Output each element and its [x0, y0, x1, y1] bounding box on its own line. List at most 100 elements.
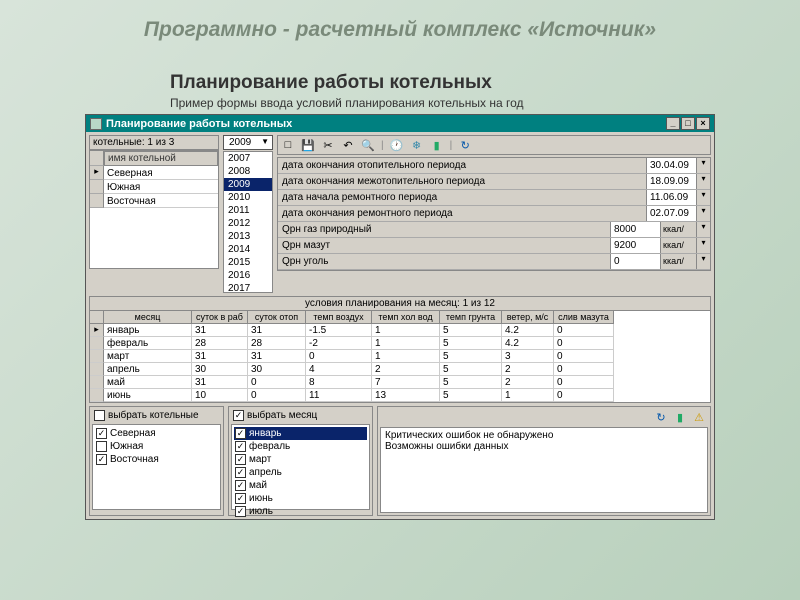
grid-cell[interactable]: 5: [440, 376, 502, 389]
save-icon[interactable]: 💾: [301, 138, 315, 152]
row-marker[interactable]: [90, 389, 104, 402]
year-select[interactable]: 2009▼: [223, 135, 273, 150]
grid-cell[interactable]: 30: [248, 363, 306, 376]
new-icon[interactable]: □: [281, 138, 295, 152]
grid-cell[interactable]: 31: [192, 324, 248, 337]
grid-cell[interactable]: 0: [554, 350, 614, 363]
grid-cell[interactable]: 28: [192, 337, 248, 350]
year-item[interactable]: 2010: [224, 191, 272, 204]
checkbox[interactable]: [94, 410, 105, 421]
grid-cell[interactable]: 5: [440, 389, 502, 402]
row-marker[interactable]: [90, 194, 104, 208]
year-item[interactable]: 2015: [224, 256, 272, 269]
grid-cell[interactable]: май: [104, 376, 192, 389]
refresh-icon[interactable]: ↻: [458, 138, 472, 152]
check-item[interactable]: ✓Восточная: [95, 453, 218, 466]
grid-cell[interactable]: 0: [554, 389, 614, 402]
year-item[interactable]: 2011: [224, 204, 272, 217]
grid-cell[interactable]: -2: [306, 337, 372, 350]
row-marker[interactable]: ▸: [90, 324, 104, 337]
dropdown-icon[interactable]: ▾: [696, 190, 710, 205]
dropdown-icon[interactable]: ▾: [696, 238, 710, 253]
grid-cell[interactable]: 0: [248, 376, 306, 389]
param-value[interactable]: 0: [610, 254, 660, 269]
check-item[interactable]: ✓май: [234, 479, 367, 492]
grid-cell[interactable]: 10: [192, 389, 248, 402]
checkbox[interactable]: ✓: [235, 480, 246, 491]
check-item[interactable]: ✓Северная: [95, 427, 218, 440]
clock-icon[interactable]: 🕐: [390, 138, 404, 152]
find-icon[interactable]: 🔍: [361, 138, 375, 152]
param-value[interactable]: 11.06.09: [646, 190, 696, 205]
grid-cell[interactable]: 0: [554, 337, 614, 350]
checkbox[interactable]: ✓: [96, 428, 107, 439]
grid-cell[interactable]: 31: [192, 350, 248, 363]
grid-cell[interactable]: июнь: [104, 389, 192, 402]
dropdown-icon[interactable]: ▾: [696, 206, 710, 221]
boiler-row[interactable]: Южная: [104, 180, 218, 194]
checkbox[interactable]: ✓: [235, 493, 246, 504]
grid-cell[interactable]: 5: [440, 350, 502, 363]
grid-cell[interactable]: 5: [440, 363, 502, 376]
year-item[interactable]: 2007: [224, 152, 272, 165]
dropdown-icon[interactable]: ▾: [696, 254, 710, 269]
grid-cell[interactable]: 30: [192, 363, 248, 376]
close-button[interactable]: ×: [696, 117, 710, 130]
dropdown-icon[interactable]: ▾: [696, 222, 710, 237]
row-marker[interactable]: [90, 363, 104, 376]
param-value[interactable]: 30.04.09: [646, 158, 696, 173]
check-item[interactable]: ✓июль: [234, 505, 367, 518]
check-item[interactable]: ✓январь: [234, 427, 367, 440]
undo-icon[interactable]: ↶: [341, 138, 355, 152]
grid-cell[interactable]: 2: [502, 363, 554, 376]
param-value[interactable]: 18.09.09: [646, 174, 696, 189]
checkbox[interactable]: ✓: [233, 410, 244, 421]
grid-cell[interactable]: 5: [440, 337, 502, 350]
grid-cell[interactable]: 31: [248, 350, 306, 363]
grid-cell[interactable]: 1: [372, 350, 440, 363]
grid-cell[interactable]: 4: [306, 363, 372, 376]
grid-cell[interactable]: 8: [306, 376, 372, 389]
grid-cell[interactable]: 11: [306, 389, 372, 402]
chart-icon[interactable]: ▮: [673, 410, 687, 424]
minimize-button[interactable]: _: [666, 117, 680, 130]
grid-cell[interactable]: март: [104, 350, 192, 363]
year-list[interactable]: 2007 2008 2009 2010 2011 2012 2013 2014 …: [223, 151, 273, 293]
snowflake-icon[interactable]: ❄: [410, 138, 424, 152]
warning-icon[interactable]: ⚠: [692, 410, 706, 424]
grid-cell[interactable]: 5: [440, 324, 502, 337]
grid-cell[interactable]: 0: [554, 324, 614, 337]
year-item[interactable]: 2012: [224, 217, 272, 230]
grid-cell[interactable]: 0: [554, 376, 614, 389]
row-marker[interactable]: ▸: [90, 166, 104, 180]
grid-cell[interactable]: 1: [372, 324, 440, 337]
grid-cell[interactable]: апрель: [104, 363, 192, 376]
boiler-row[interactable]: Восточная: [104, 194, 218, 208]
year-item[interactable]: 2017: [224, 282, 272, 293]
checkbox[interactable]: ✓: [235, 467, 246, 478]
year-item[interactable]: 2013: [224, 230, 272, 243]
cut-icon[interactable]: ✂: [321, 138, 335, 152]
check-item[interactable]: Южная: [95, 440, 218, 453]
grid-cell[interactable]: 0: [306, 350, 372, 363]
checkbox[interactable]: ✓: [235, 454, 246, 465]
grid-cell[interactable]: 0: [248, 389, 306, 402]
grid-cell[interactable]: 3: [502, 350, 554, 363]
grid-cell[interactable]: 31: [192, 376, 248, 389]
row-marker[interactable]: [90, 376, 104, 389]
year-item[interactable]: 2008: [224, 165, 272, 178]
row-marker[interactable]: [90, 180, 104, 194]
grid-cell[interactable]: 31: [248, 324, 306, 337]
check-item[interactable]: ✓март: [234, 453, 367, 466]
check-item[interactable]: ✓июнь: [234, 492, 367, 505]
check-item[interactable]: ✓апрель: [234, 466, 367, 479]
checkbox[interactable]: ✓: [235, 441, 246, 452]
dropdown-icon[interactable]: ▾: [696, 174, 710, 189]
grid-cell[interactable]: 28: [248, 337, 306, 350]
param-value[interactable]: 9200: [610, 238, 660, 253]
grid-cell[interactable]: -1.5: [306, 324, 372, 337]
checkbox[interactable]: ✓: [235, 506, 246, 517]
row-marker[interactable]: [90, 337, 104, 350]
grid-cell[interactable]: 2: [372, 363, 440, 376]
checkbox[interactable]: ✓: [96, 454, 107, 465]
